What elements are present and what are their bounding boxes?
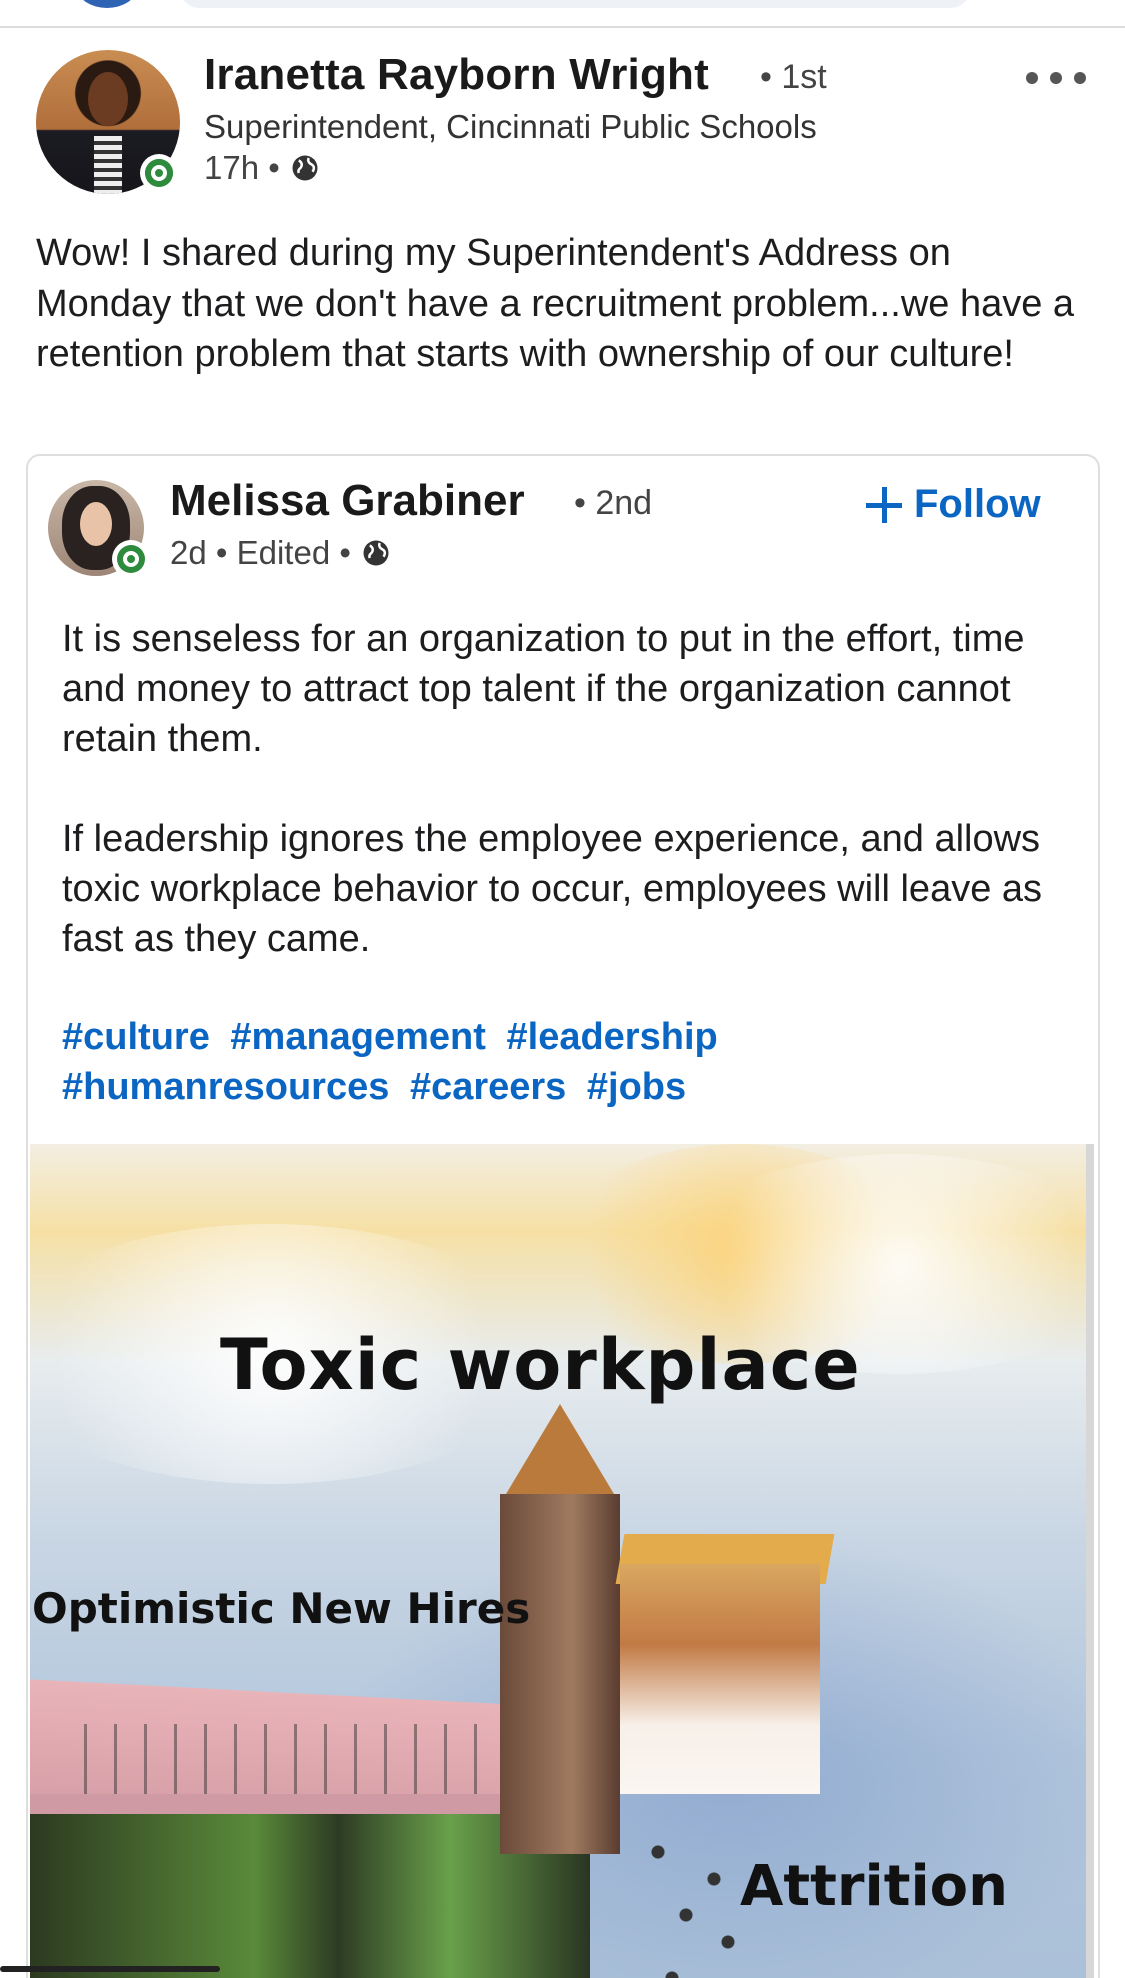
hashtag-link[interactable]: #humanresources (62, 1066, 389, 1108)
search-input[interactable] (180, 0, 970, 8)
hashtag-link[interactable]: #culture (62, 1016, 210, 1058)
image-edge (1086, 1144, 1094, 1978)
connection-degree: • 1st (760, 58, 827, 96)
walking-figures (70, 1724, 530, 1794)
shared-author-name[interactable]: Melissa Grabiner (170, 476, 525, 526)
author-name[interactable]: Iranetta Rayborn Wright (204, 50, 709, 100)
post-author-header: Iranetta Rayborn Wright • 1st Superinten… (36, 50, 1096, 200)
follow-label: Follow (914, 482, 1041, 526)
my-avatar[interactable] (78, 0, 136, 8)
top-search-bar (0, 0, 1125, 28)
shared-post-meta: 2d • Edited • (170, 534, 391, 572)
image-left-label: Optimistic New Hires (32, 1584, 531, 1633)
post-image[interactable]: Toxic workplace Optimistic New Hires Att… (30, 1144, 1094, 1978)
hashtag-link[interactable]: #jobs (587, 1066, 686, 1108)
shared-post-text: It is senseless for an organization to p… (62, 614, 1072, 1014)
avatar-clothing (94, 136, 122, 194)
connection-degree: • 2nd (574, 484, 653, 522)
hashtag-link[interactable]: #leadership (507, 1016, 718, 1058)
avatar-face (88, 72, 128, 126)
house (620, 1564, 820, 1794)
post-time: 17h • (204, 149, 280, 186)
hashtag-link[interactable]: #management (230, 1016, 486, 1058)
more-options-icon[interactable] (1026, 68, 1096, 88)
avatar-face (80, 502, 112, 546)
image-right-label: Attrition (740, 1854, 1008, 1919)
shared-post-card[interactable]: Melissa Grabiner • 2nd 2d • Edited • Fol… (26, 454, 1100, 1978)
post-text: Wow! I shared during my Superintendent's… (36, 232, 1075, 375)
online-status-icon (140, 154, 178, 192)
hashtag-list: #culture #management #leadership #humanr… (62, 1012, 1072, 1112)
follow-button[interactable]: Follow (866, 482, 1041, 527)
online-status-icon (112, 540, 150, 578)
tower-roof (500, 1404, 620, 1504)
post-meta: 17h • (204, 149, 320, 187)
globe-icon (292, 155, 318, 181)
hashtag-link[interactable]: #careers (410, 1066, 566, 1108)
paragraph-2: If leadership ignores the employee exper… (62, 818, 1043, 960)
home-indicator (0, 1966, 220, 1972)
author-headline: Superintendent, Cincinnati Public School… (204, 108, 817, 145)
shared-post-time: 2d • Edited • (170, 534, 351, 571)
tower (500, 1494, 620, 1854)
globe-icon (363, 540, 389, 566)
paragraph-1: It is senseless for an organization to p… (62, 618, 1025, 760)
plus-icon (866, 486, 902, 523)
image-title-text: Toxic workplace (220, 1324, 861, 1406)
